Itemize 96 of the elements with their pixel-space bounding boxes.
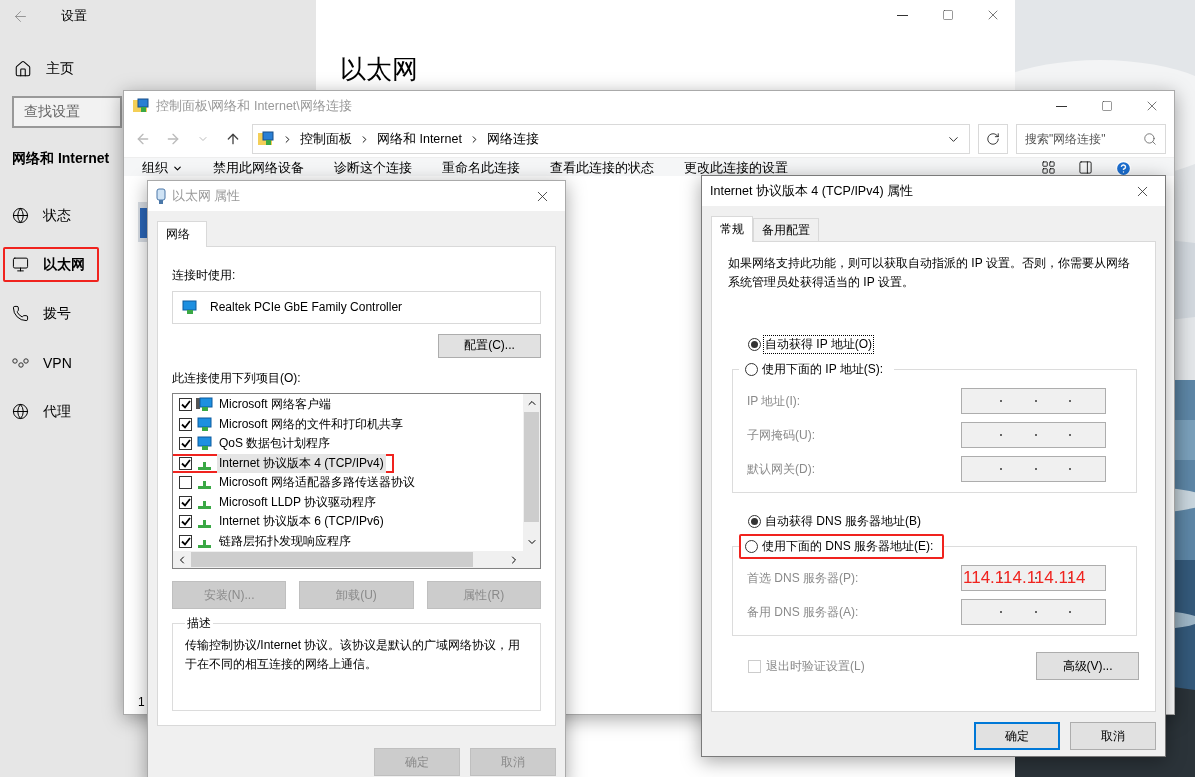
tab[interactable]: 备用配置 [753,218,819,241]
field-label: 备用 DNS 服务器(A): [747,603,859,621]
list-item[interactable]: Internet 协议版本 6 (TCP/IPv6) [173,512,394,532]
view-icon[interactable] [1041,160,1056,175]
window-title: Internet 协议版本 4 (TCP/IPv4) 属性 [710,182,915,200]
window-title: 以太网 属性 [172,187,242,205]
protocol-icon [198,539,211,548]
breadcrumb-item[interactable]: 控制面板 [300,130,352,148]
list-item[interactable]: 链路层拓扑发现响应程序 [173,531,361,551]
protocol-icon [198,500,211,509]
protocol-icon [198,461,211,470]
network-computer-icon [196,436,213,452]
globe-icon [12,403,29,420]
help-icon[interactable] [1115,160,1132,177]
field-label: 此连接使用下列项目(O): [172,370,302,387]
network-computer-icon [196,397,213,413]
network-folder-icon [257,130,275,148]
network-folder-icon [132,97,150,115]
caret-icon [172,163,183,174]
field-label: 首选 DNS 服务器(P): [747,569,859,587]
globe-icon [12,207,29,224]
ip-address-field[interactable] [961,422,1106,448]
nodes-icon [12,356,29,369]
description-text: 传输控制协议/Internet 协议。该协议是默认的广域网络协议，用于在不同的相互连接的网络上通信。 [185,637,522,673]
ip-address-field[interactable] [961,388,1106,414]
field-label: IP 地址(I): [747,392,801,410]
window-title: 控制面板\网络和 Internet\网络连接 [156,97,353,115]
intro-text: 如果网络支持此功能，则可以获取自动指派的 IP 设置。否则，你需要从网络系统管理员处获得适当的 IP 设置。 [727,255,1131,291]
radio-option[interactable]: 使用下面的 IP 地址(S): [739,357,895,382]
checkbox[interactable] [179,398,192,412]
dialog-button[interactable]: 确定 [974,722,1060,750]
search-field[interactable]: 搜索"网络连接" [1016,124,1166,154]
nav-item[interactable]: 拨号 [3,296,85,331]
list-item[interactable]: Microsoft 网络客户端 [173,395,341,415]
checkbox[interactable] [179,417,192,431]
toolbar-button[interactable]: 查看此连接的状态 [550,160,654,177]
checkbox[interactable] [179,534,192,548]
refresh-icon [986,132,1000,146]
checkbox[interactable] [179,437,192,451]
refresh-button[interactable] [978,124,1008,154]
monitor-icon [12,256,29,273]
ip-address-field[interactable] [961,456,1106,482]
list-item[interactable]: QoS 数据包计划程序 [173,434,341,454]
network-computer-icon [196,416,213,432]
list-item[interactable]: Microsoft LLDP 协议驱动程序 [173,492,387,512]
breadcrumb-item[interactable]: 网络连接 [486,130,539,148]
home-link[interactable]: 主页 [46,60,74,78]
nav-item[interactable]: 以太网 [3,247,99,282]
dialog-button[interactable]: 取消 [1070,722,1156,750]
radio-option[interactable]: 自动获得 DNS 服务器地址(B) [742,509,932,534]
protocol-icon [198,481,211,490]
page-title: 以太网 [340,53,419,86]
search-icon [1143,132,1157,146]
tab[interactable]: 常规 [711,216,753,242]
toolbar-button[interactable]: 重命名此连接 [442,160,520,177]
radio-option[interactable]: 使用下面的 DNS 服务器地址(E): [739,534,945,559]
forward-arrow-icon [165,131,181,147]
list-item[interactable]: Microsoft 网络适配器多路传送器协议 [173,473,425,493]
toolbar-button[interactable]: 禁用此网络设备 [213,160,304,177]
field-label: 子网掩码(U): [747,426,815,444]
search-field[interactable]: 查找设置 [12,96,122,128]
minimize-icon [1056,105,1067,107]
maximize-icon [1100,100,1113,112]
nav-item[interactable]: VPN [3,345,86,380]
protocol-icon [198,520,211,529]
adapter-field: Realtek PCIe GbE Family Controller [172,291,541,324]
nav-item[interactable]: 代理 [3,394,85,429]
address-bar[interactable]: 控制面板 网络和 Internet 网络连接 [252,124,970,154]
network-plug-icon [156,187,166,205]
toolbar-button[interactable]: 诊断这个连接 [334,160,412,177]
section-heading: 网络和 Internet [12,150,110,168]
nav-item[interactable]: 状态 [3,198,85,233]
checkbox[interactable] [179,515,192,529]
toolbar-button[interactable]: 组织 [142,160,183,177]
minimize-icon [897,14,908,16]
radio-option[interactable]: 自动获得 IP 地址(O) [742,332,884,357]
list-item[interactable]: Internet 协议版本 4 (TCP/IPv4) [173,453,394,473]
dns-address-field[interactable] [961,599,1106,625]
phone-icon [12,305,29,322]
pane-icon[interactable] [1078,160,1093,175]
network-computer-icon [181,299,198,315]
advanced-button[interactable]: 高级(V)... [1036,652,1139,680]
checkbox[interactable] [179,495,192,509]
breadcrumb-item[interactable]: 网络和 Internet [377,130,462,148]
checkbox[interactable] [179,456,192,470]
home-icon [14,60,32,78]
maximize-icon [941,9,954,21]
tab[interactable]: 网络 [157,221,207,247]
list-item[interactable]: Microsoft 网络的文件和打印机共享 [173,414,413,434]
field-label: 连接时使用: [172,267,237,284]
field-label: 默认网关(D): [747,460,815,478]
window-title: 设置 [61,7,87,25]
group-title: 描述 [186,615,212,632]
toolbar-button[interactable]: 更改此连接的设置 [684,160,788,177]
configure-button[interactable]: 配置(C)... [438,333,541,358]
checkbox[interactable] [179,476,192,490]
